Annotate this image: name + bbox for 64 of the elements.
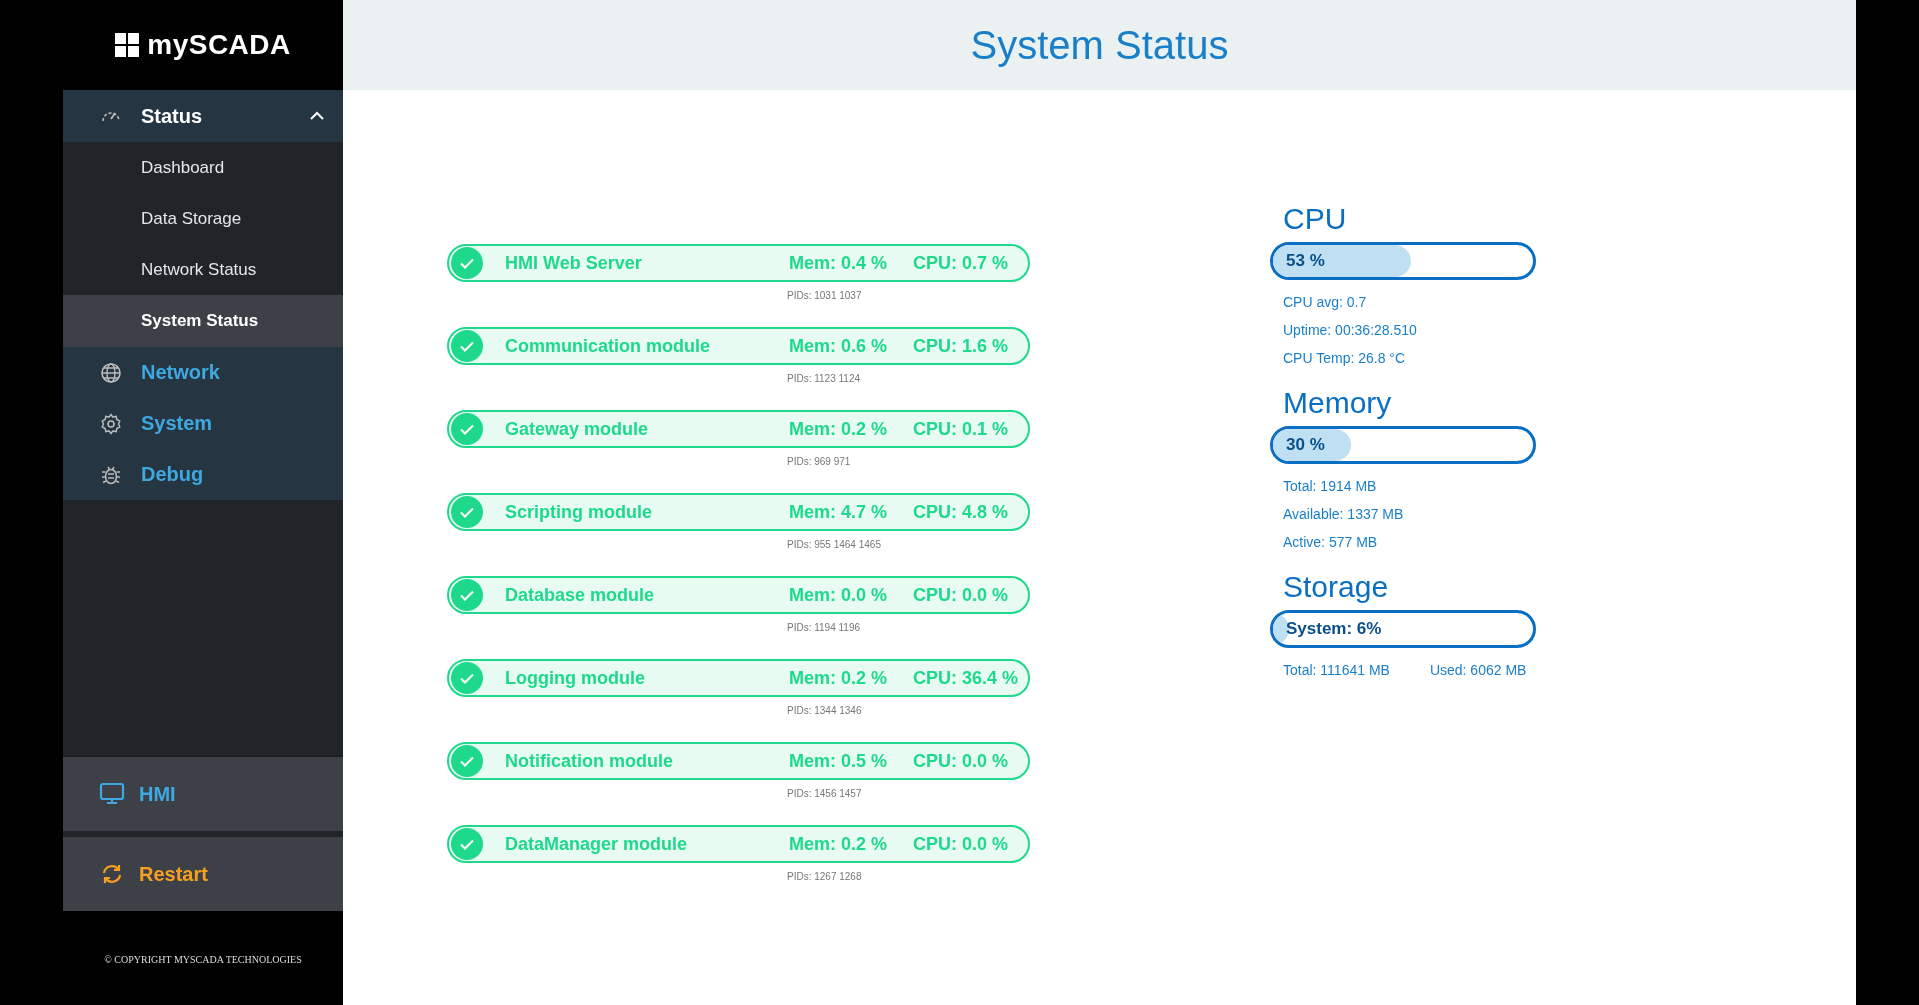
memory-usage: Mem: 0.4 % bbox=[789, 252, 889, 274]
cpu-usage: CPU: 36.4 % bbox=[913, 667, 1019, 689]
resource-detail: Total: 1914 MB bbox=[1283, 477, 1378, 496]
memory-usage: Mem: 4.7 % bbox=[789, 501, 889, 523]
memory-usage: Mem: 0.6 % bbox=[789, 335, 889, 357]
resource-title: CPU bbox=[1282, 202, 1348, 236]
memory-usage: Mem: 0.5 % bbox=[789, 750, 889, 772]
caret-icon bbox=[309, 111, 325, 121]
cpu-usage: CPU: 0.7 % bbox=[913, 252, 1009, 274]
module-name: Communication module bbox=[505, 335, 711, 357]
settings-icon bbox=[99, 411, 123, 436]
usage-reading: 53 % bbox=[1286, 251, 1325, 271]
memory-usage: Mem: 0.2 % bbox=[789, 833, 889, 855]
cpu-usage: CPU: 0.0 % bbox=[913, 750, 1009, 772]
menu-group[interactable]: Network bbox=[63, 347, 343, 398]
resource-detail: Available: 1337 MB bbox=[1283, 505, 1405, 524]
resource-title: Memory bbox=[1282, 386, 1393, 420]
submenu-item[interactable]: System Status bbox=[63, 295, 343, 347]
cpu-usage: CPU: 4.8 % bbox=[913, 501, 1009, 523]
page-title: System Status bbox=[970, 22, 1229, 68]
module-name: Gateway module bbox=[505, 418, 650, 440]
restart-button[interactable]: Restart bbox=[63, 837, 343, 913]
menu-group[interactable]: Status bbox=[63, 90, 343, 142]
process-ids: PIDs: 1456 1457 bbox=[787, 788, 863, 799]
globe-icon bbox=[99, 360, 123, 385]
usage-reading: System: 6% bbox=[1286, 619, 1382, 639]
usage-reading: 30 % bbox=[1286, 435, 1325, 455]
process-ids: PIDs: 969 971 bbox=[787, 456, 852, 467]
module-name: DataManager module bbox=[505, 833, 689, 855]
module-name: Logging module bbox=[505, 667, 646, 689]
process-ids: PIDs: 1344 1346 bbox=[787, 705, 863, 716]
module-name: Scripting module bbox=[505, 501, 653, 523]
process-ids: PIDs: 1267 1268 bbox=[787, 871, 863, 882]
memory-usage: Mem: 0.2 % bbox=[789, 667, 889, 689]
memory-usage: Mem: 0.0 % bbox=[789, 584, 889, 606]
process-ids: PIDs: 1123 1124 bbox=[787, 373, 861, 384]
resource-detail: Active: 577 MB bbox=[1283, 533, 1379, 552]
menu-group[interactable]: System bbox=[63, 398, 343, 449]
memory-usage: Mem: 0.2 % bbox=[789, 418, 889, 440]
resource-title: Storage bbox=[1282, 570, 1390, 604]
monitor-icon bbox=[99, 782, 125, 806]
module-name: Notification module bbox=[505, 750, 674, 772]
module-name: Database module bbox=[505, 584, 656, 606]
cpu-usage: CPU: 0.0 % bbox=[913, 833, 1009, 855]
resource-detail: CPU Temp: 26.8 °C bbox=[1283, 349, 1407, 368]
menu-group-label: System bbox=[141, 412, 214, 435]
resource-detail: CPU avg: 0.7 bbox=[1283, 293, 1368, 312]
cpu-usage: CPU: 0.1 % bbox=[913, 418, 1009, 440]
resource-detail: Used: 6062 MB bbox=[1429, 661, 1527, 680]
process-ids: PIDs: 955 1464 1465 bbox=[787, 539, 882, 550]
module-name: HMI Web Server bbox=[505, 252, 643, 274]
menu-group-label: Network bbox=[141, 361, 221, 384]
resource-detail: Uptime: 00:36:28.510 bbox=[1283, 321, 1418, 340]
resource-detail: Total: 111641 MB bbox=[1283, 661, 1390, 680]
menu-group-label: Debug bbox=[141, 463, 205, 486]
process-ids: PIDs: 1194 1196 bbox=[787, 622, 861, 633]
copyright-text: © COPYRIGHT MYSCADA TECHNOLOGIES bbox=[104, 953, 302, 965]
cpu-usage: CPU: 0.0 % bbox=[913, 584, 1009, 606]
menu-group[interactable]: Debug bbox=[63, 449, 343, 500]
windows-logo-icon bbox=[115, 33, 140, 57]
process-ids: PIDs: 1031 1037 bbox=[787, 290, 863, 301]
menu-group-label: Status bbox=[141, 104, 204, 128]
logo-text: mySCADA bbox=[147, 29, 291, 61]
cpu-usage: CPU: 1.6 % bbox=[913, 335, 1009, 357]
